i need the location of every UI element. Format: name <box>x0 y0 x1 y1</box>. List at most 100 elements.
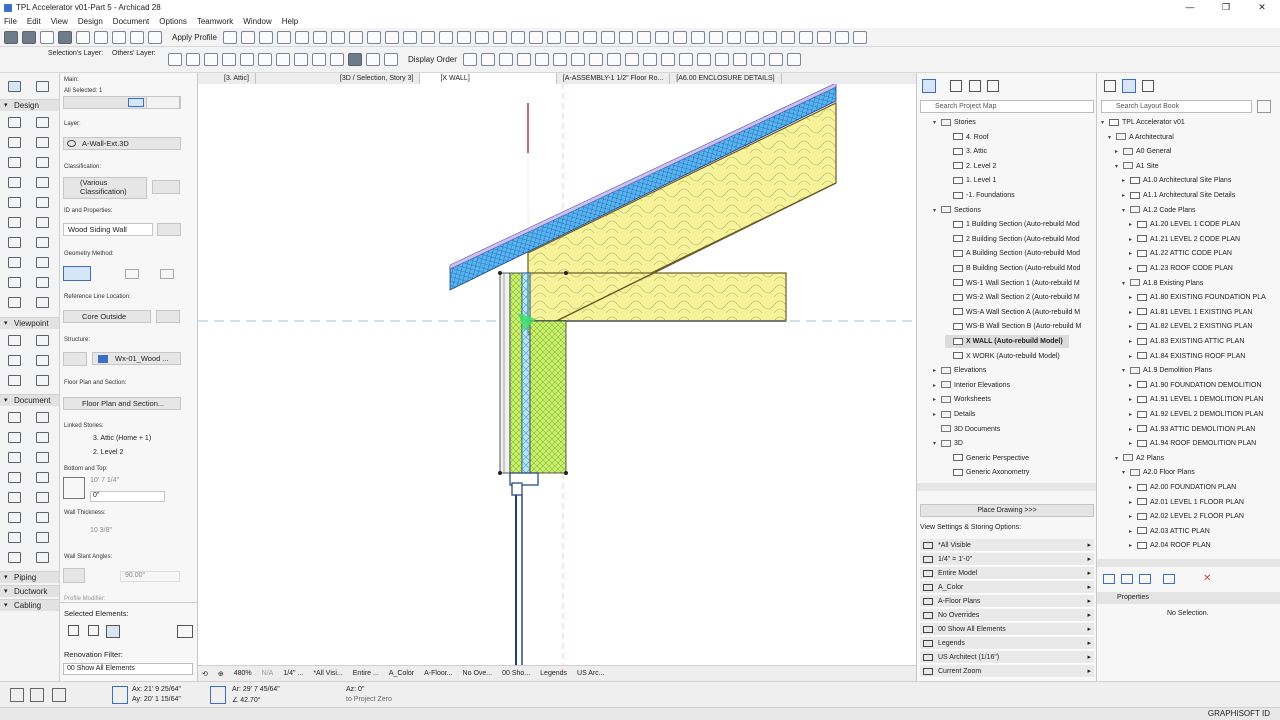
tree-caret-icon[interactable]: ▾ <box>933 438 941 451</box>
mesh-tool-icon[interactable] <box>36 217 49 228</box>
tree-caret-icon[interactable]: ▸ <box>1129 511 1137 524</box>
menu-window[interactable]: Window <box>243 17 271 26</box>
tree-caret-icon[interactable]: ▸ <box>1129 497 1137 510</box>
navigator-icon[interactable] <box>786 53 801 66</box>
flip-refline-button[interactable] <box>156 310 180 323</box>
ar-value[interactable]: Ar: 29' 7 45/64" <box>232 686 280 693</box>
view-setting-row[interactable]: No Overrides <box>920 609 1094 622</box>
tab-a6-enclosure[interactable]: [A6.00 ENCLOSURE DETAILS] <box>670 73 782 84</box>
tree-caret-icon[interactable]: ▾ <box>1122 365 1130 378</box>
bottom-offset-field[interactable]: 0" <box>90 491 165 502</box>
tree-caret-icon[interactable]: ▸ <box>1129 424 1137 437</box>
toolbox-section-design[interactable]: Design <box>0 99 59 112</box>
menu-design[interactable]: Design <box>78 17 103 26</box>
tree-caret-icon[interactable]: ▸ <box>1129 263 1137 276</box>
tree-caret-icon[interactable]: ▸ <box>1129 307 1137 320</box>
menu-options[interactable]: Options <box>159 17 187 26</box>
wall-tool-icon[interactable] <box>8 117 21 128</box>
menu-view[interactable]: View <box>51 17 68 26</box>
guide-lines-icon[interactable] <box>534 53 549 66</box>
view-setting-row[interactable]: A_Color <box>920 581 1094 594</box>
layer-icon[interactable] <box>564 30 579 44</box>
redo-icon[interactable] <box>240 53 254 66</box>
tree-caret-icon[interactable]: ▸ <box>1129 409 1137 422</box>
tree-caret-icon[interactable]: ▸ <box>933 409 941 422</box>
select-similar-icon[interactable] <box>106 625 120 638</box>
view-map-tab-icon[interactable] <box>950 80 962 92</box>
tree-item[interactable]: ▸ Worksheets <box>933 393 991 406</box>
filter-icon[interactable] <box>732 53 747 66</box>
id-field[interactable]: Wood Siding Wall <box>63 223 153 236</box>
copy-elements-icon[interactable] <box>186 53 200 66</box>
column-tool-icon[interactable] <box>36 117 49 128</box>
trace-reference-icon[interactable] <box>678 53 693 66</box>
pen-set-icon[interactable] <box>582 30 597 44</box>
toolbox-section-document[interactable]: Document <box>0 394 59 407</box>
tree-item[interactable]: ▸ A1.20 LEVEL 1 CODE PLAN <box>1129 218 1240 231</box>
drawing-canvas[interactable] <box>198 73 916 665</box>
minimize-button[interactable]: — <box>1172 0 1208 15</box>
release-icon[interactable] <box>744 30 759 44</box>
section-tool-icon[interactable] <box>8 335 21 346</box>
graphisoft-id-label[interactable]: GRAPHISOFT ID <box>1208 709 1270 718</box>
publish-icon[interactable] <box>798 30 813 44</box>
align-icon[interactable] <box>510 30 525 44</box>
layer-field[interactable]: A-Wall-Ext.3D <box>63 137 181 150</box>
lamp-tool-icon[interactable] <box>8 277 21 288</box>
elevate-icon[interactable] <box>624 53 639 66</box>
ay-value[interactable]: Ay: 20' 1 15/64" <box>132 696 181 703</box>
trapezoid-wall-icon[interactable] <box>125 269 139 279</box>
interior-elevation-tool-icon[interactable] <box>8 355 21 366</box>
tree-item[interactable]: -1. Foundations <box>945 189 1015 202</box>
tree-item[interactable]: ▸ A1.92 LEVEL 2 DEMOLITION PLAN <box>1129 408 1263 421</box>
messages-icon[interactable] <box>762 30 777 44</box>
tree-caret-icon[interactable]: ▸ <box>1129 482 1137 495</box>
tree-item[interactable]: 3. Attic <box>945 145 987 158</box>
classification-field[interactable]: (Various Classification) <box>63 177 147 199</box>
tree-item[interactable]: ▸ A1.81 LEVEL 1 EXISTING PLAN <box>1129 306 1252 319</box>
resize-icon[interactable] <box>588 53 603 66</box>
tree-caret-icon[interactable]: ▾ <box>1101 117 1109 130</box>
tree-caret-icon[interactable]: ▸ <box>1129 351 1137 364</box>
layer-visibility-icon[interactable] <box>480 53 495 66</box>
menu-file[interactable]: File <box>4 17 17 26</box>
scale-select[interactable]: 1/4" ... <box>279 670 303 677</box>
tree-caret-icon[interactable]: ▸ <box>1122 175 1130 188</box>
wall-type-selector[interactable] <box>146 96 180 109</box>
tree-item[interactable]: ▸ A2.04 ROOF PLAN <box>1129 539 1211 552</box>
intersect-icon[interactable] <box>402 30 417 44</box>
tree-caret-icon[interactable]: ▸ <box>1129 526 1137 539</box>
tree-item[interactable]: ▸ A2.00 FOUNDATION PLAN <box>1129 481 1236 494</box>
layout-book-search[interactable]: Search Layout Book <box>1101 100 1252 113</box>
morph-tool-icon[interactable] <box>8 257 21 268</box>
slab-tool-icon[interactable] <box>36 157 49 168</box>
zoom-window-icon[interactable] <box>130 30 144 44</box>
tree-item[interactable]: ▸ A1.91 LEVEL 1 DEMOLITION PLAN <box>1129 393 1263 406</box>
renovation-select[interactable]: 00 Show All Elements <box>63 663 193 675</box>
lock-icon[interactable] <box>474 30 489 44</box>
layout-settings-gear-icon[interactable] <box>1257 100 1271 113</box>
menu-help[interactable]: Help <box>282 17 298 26</box>
straight-wall-icon[interactable] <box>63 266 91 281</box>
camera-icon[interactable] <box>768 53 783 66</box>
gravity-icon[interactable] <box>552 53 567 66</box>
tree-item[interactable]: ▸ A1.83 EXISTING ATTIC PLAN <box>1129 335 1244 348</box>
tree-item[interactable]: ▸ A1.93 ATTIC DEMOLITION PLAN <box>1129 423 1255 436</box>
detail-tool-icon[interactable] <box>8 375 21 386</box>
new-master-icon[interactable] <box>1139 574 1151 584</box>
tree-caret-icon[interactable]: ▸ <box>1129 438 1137 451</box>
tree-caret-icon[interactable]: ▾ <box>933 117 941 130</box>
tree-item[interactable]: ▸ A1.1 Architectural Site Details <box>1122 189 1235 202</box>
ax-value[interactable]: Ax: 21' 9 25/64" <box>132 686 181 693</box>
tree-item[interactable]: ▾ A2.0 Floor Plans <box>1122 466 1195 479</box>
group-icon[interactable] <box>456 30 471 44</box>
tree-item[interactable]: ▾ A1.8 Existing Plans <box>1122 277 1203 290</box>
tree-item[interactable]: WS-B Wall Section B (Auto-rebuild M <box>945 320 1081 333</box>
pen-set-select[interactable]: A_Color <box>385 670 414 677</box>
tree-item[interactable]: ▸ A2.03 ATTIC PLAN <box>1129 525 1210 538</box>
fillet-icon[interactable] <box>420 30 435 44</box>
issues-icon[interactable] <box>780 30 795 44</box>
new-layout-icon[interactable] <box>1103 574 1115 584</box>
tree-item[interactable]: ▸ A1.84 EXISTING ROOF PLAN <box>1129 350 1245 363</box>
project-map-scrollbar[interactable] <box>917 483 1097 491</box>
